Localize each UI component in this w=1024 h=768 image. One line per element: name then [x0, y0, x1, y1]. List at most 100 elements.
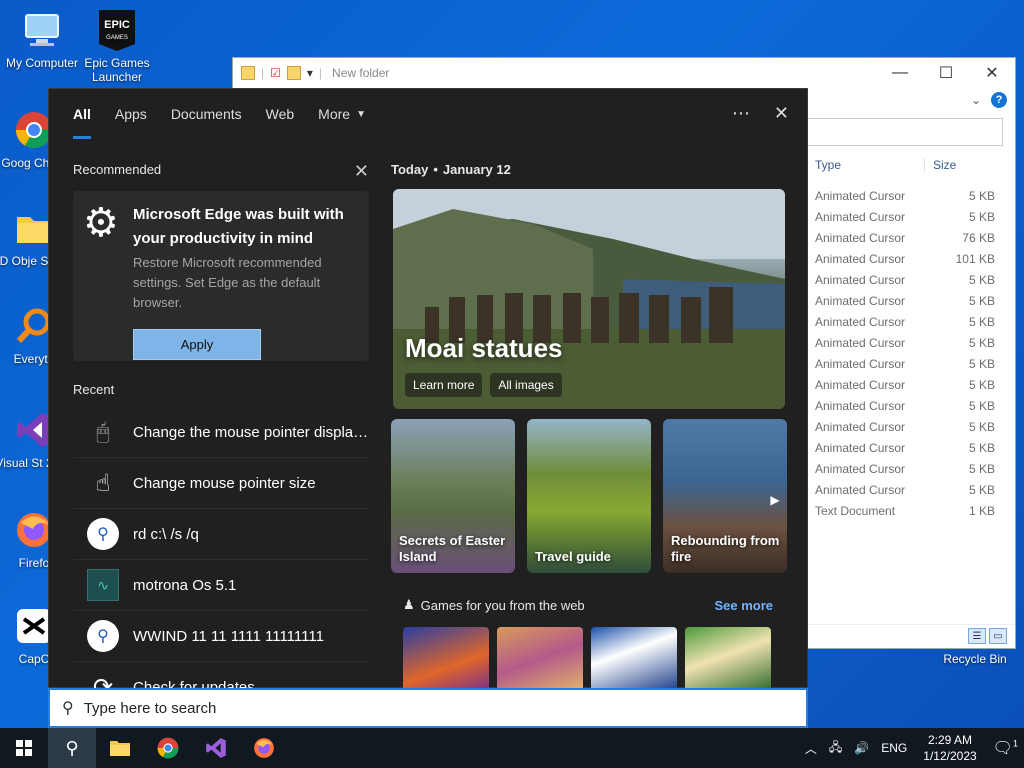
search-flyout: All Apps Documents Web More ▼ ⋯ ✕ Recomme… [48, 88, 808, 713]
minimize-button[interactable]: — [877, 58, 923, 88]
file-row[interactable]: Animated Cursor 5 KB [807, 437, 1007, 458]
explorer-title-bar[interactable]: | ☑ ▾ | New folder — ☐ ✕ [233, 58, 1015, 88]
card-rebounding-from-fire[interactable]: Rebounding from fire ▶ [663, 419, 787, 573]
properties-icon[interactable]: ☑ [270, 66, 281, 80]
tab-web[interactable]: Web [254, 89, 307, 139]
file-type: Animated Cursor [815, 251, 906, 266]
tab-more[interactable]: More ▼ [306, 89, 378, 139]
apply-button[interactable]: Apply [133, 329, 261, 360]
file-size: 5 KB [968, 272, 995, 287]
taskbar-search-box[interactable]: ⚲ Type here to search [48, 688, 808, 728]
recent-item[interactable]: ∿ motrona Os 5.1 [73, 560, 369, 611]
file-list: Animated Cursor 5 KB Animated Cursor 5 KB An… [807, 185, 1007, 521]
file-row[interactable]: Animated Cursor 5 KB [807, 458, 1007, 479]
hero-title: Moai statues [405, 333, 563, 363]
large-icons-view-icon[interactable]: ▭ [989, 628, 1007, 644]
file-row[interactable]: Animated Cursor 5 KB [807, 374, 1007, 395]
file-type: Text Document [815, 503, 896, 518]
maximize-button[interactable]: ☐ [923, 58, 969, 88]
dismiss-recommendation-icon[interactable]: ✕ [354, 161, 369, 182]
file-size: 5 KB [968, 209, 995, 224]
recent-item[interactable]: ⚲ rd c:\ /s /q [73, 509, 369, 560]
taskbar-file-explorer[interactable] [96, 728, 144, 768]
file-row[interactable]: Animated Cursor 5 KB [807, 206, 1007, 227]
chevron-down-icon[interactable]: ▾ [307, 66, 313, 80]
tab-apps[interactable]: Apps [103, 89, 159, 139]
tab-documents[interactable]: Documents [159, 89, 254, 139]
see-more-link[interactable]: See more [714, 598, 773, 613]
card-travel-guide[interactable]: Travel guide [527, 419, 651, 573]
hero-card[interactable]: Moai statues Learn more All images [393, 189, 785, 409]
new-folder-icon[interactable] [286, 66, 301, 80]
file-type: Animated Cursor [815, 209, 906, 224]
notification-count: 1 [1012, 738, 1018, 749]
firefox-icon [254, 738, 274, 758]
svg-text:EPIC: EPIC [104, 19, 130, 31]
column-size[interactable]: Size [925, 158, 956, 172]
start-button[interactable] [0, 728, 48, 768]
taskbar-search-button[interactable]: ⚲ [48, 728, 96, 768]
network-icon[interactable]: 🖧 [829, 738, 842, 759]
tab-label: All [73, 106, 91, 122]
file-row[interactable]: Animated Cursor 5 KB [807, 353, 1007, 374]
file-row[interactable]: Animated Cursor 5 KB [807, 332, 1007, 353]
chevron-down-icon: ▼ [356, 108, 366, 120]
file-type: Animated Cursor [815, 482, 906, 497]
notification-icon[interactable]: 🗨1 [993, 738, 1018, 758]
tab-all[interactable]: All [61, 89, 103, 139]
taskbar-firefox[interactable] [240, 728, 288, 768]
explorer-search-input[interactable] [805, 118, 1003, 146]
all-images-button[interactable]: All images [490, 373, 562, 397]
learn-more-button[interactable]: Learn more [405, 373, 483, 397]
tab-label: Apps [114, 106, 147, 122]
recent-item[interactable]: ⚲ WWIND 11 11 1111 11111111 [73, 611, 369, 662]
help-icon[interactable]: ? [991, 92, 1007, 108]
close-icon[interactable]: ✕ [774, 103, 789, 124]
file-row[interactable]: Animated Cursor 5 KB [807, 290, 1007, 311]
desktop-icon-my-computer[interactable]: My Computer [0, 8, 84, 70]
card-secrets-of-easter-island[interactable]: Secrets of Easter Island [391, 419, 515, 573]
search-input[interactable]: Type here to search [84, 700, 217, 717]
file-row[interactable]: Animated Cursor 101 KB [807, 248, 1007, 269]
chevron-up-icon[interactable]: ︿ [805, 740, 817, 757]
file-row[interactable]: Animated Cursor 5 KB [807, 395, 1007, 416]
recommended-heading: Recommended [73, 162, 162, 177]
clock-date: 1/12/2023 [923, 749, 977, 763]
recent-item-label: motrona Os 5.1 [133, 576, 237, 594]
volume-icon[interactable]: 🔊 [854, 741, 869, 755]
search-icon: ⚲ [62, 700, 74, 717]
file-row[interactable]: Text Document 1 KB [807, 500, 1007, 521]
file-row[interactable]: Animated Cursor 5 KB [807, 269, 1007, 290]
file-row[interactable]: Animated Cursor 5 KB [807, 416, 1007, 437]
recycle-bin-label[interactable]: Recycle Bin [935, 652, 1015, 666]
gear-icon: ⚙ [83, 201, 119, 245]
chevron-right-icon[interactable]: ▶ [767, 489, 783, 511]
file-type: Animated Cursor [815, 398, 906, 413]
games-icon: ♟ [403, 597, 415, 612]
game-tile[interactable] [497, 627, 583, 691]
file-row[interactable]: Animated Cursor 5 KB [807, 185, 1007, 206]
game-tile[interactable] [685, 627, 771, 691]
column-type[interactable]: Type [807, 158, 925, 172]
clock[interactable]: 2:29 AM 1/12/2023 [923, 732, 976, 764]
file-size: 5 KB [968, 482, 995, 497]
recent-item[interactable]: ☝ Change mouse pointer size [73, 458, 369, 509]
file-row[interactable]: Animated Cursor 5 KB [807, 311, 1007, 332]
close-button[interactable]: ✕ [969, 58, 1015, 88]
game-tile[interactable] [403, 627, 489, 691]
more-options-icon[interactable]: ⋯ [732, 103, 750, 124]
language-indicator[interactable]: ENG [881, 741, 907, 755]
file-size: 1 KB [968, 503, 995, 518]
details-view-icon[interactable]: ☰ [968, 628, 986, 644]
taskbar-chrome[interactable] [144, 728, 192, 768]
file-row[interactable]: Animated Cursor 76 KB [807, 227, 1007, 248]
game-tile[interactable] [591, 627, 677, 691]
chevron-down-icon[interactable]: ⌄ [971, 93, 981, 107]
file-type: Animated Cursor [815, 335, 906, 350]
desktop-icon-epic-games[interactable]: EPIC GAMES Epic Games Launcher [75, 8, 159, 84]
recent-item[interactable]: 🖱 Change the mouse pointer display or spe… [73, 407, 369, 458]
file-row[interactable]: Animated Cursor 5 KB [807, 479, 1007, 500]
file-size: 5 KB [968, 461, 995, 476]
divider: | [261, 66, 265, 80]
taskbar-visual-studio[interactable] [192, 728, 240, 768]
